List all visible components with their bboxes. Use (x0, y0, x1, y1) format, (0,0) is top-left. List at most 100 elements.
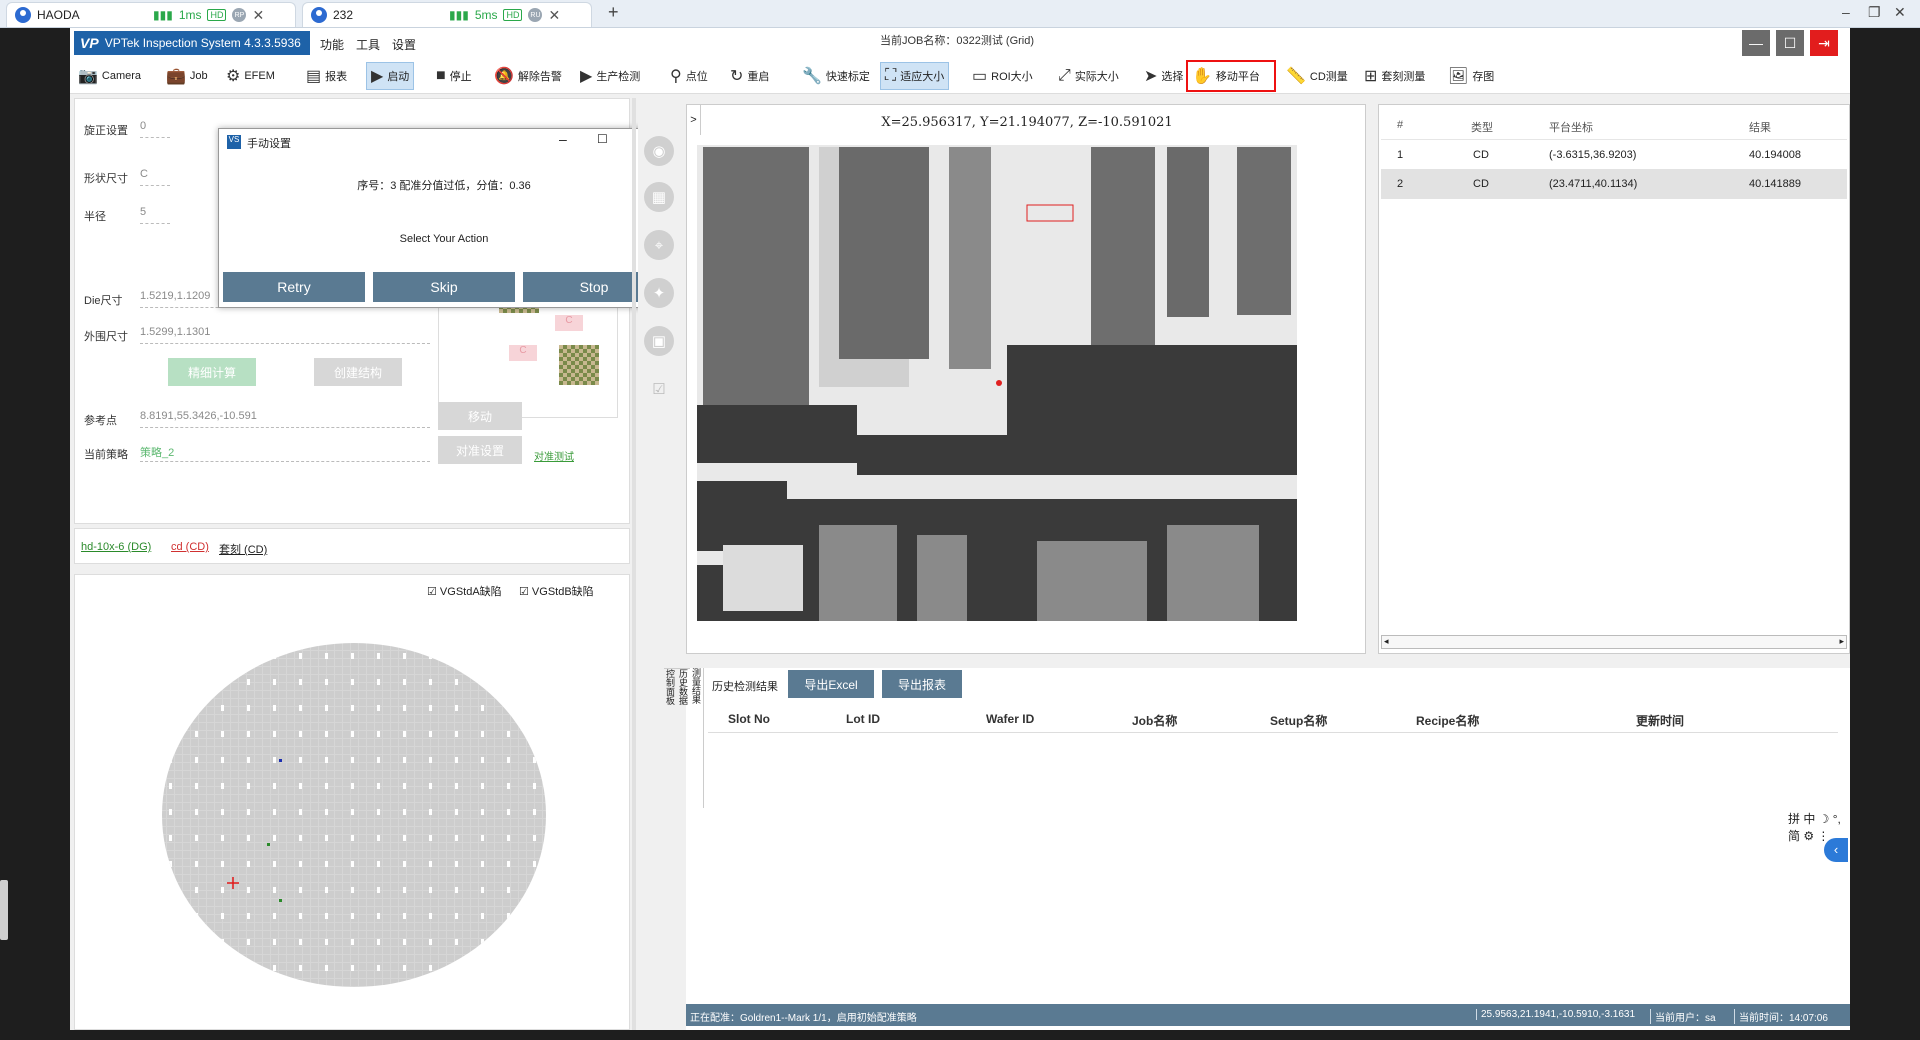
col-recipe-name: Recipe名称 (1416, 714, 1480, 728)
quick-calibrate-button[interactable]: 🔧 快速标定 (798, 62, 874, 90)
tab-control-panel[interactable]: 控制面板 (664, 668, 677, 714)
microscope-image[interactable] (697, 145, 1297, 621)
outer-size-field[interactable]: 1.5299,1.1301 (140, 326, 430, 344)
checklist-icon[interactable]: ☑ (644, 374, 674, 404)
scroll-left-icon[interactable]: ◂ (1384, 636, 1389, 647)
app-maximize-button[interactable]: ☐ (1776, 30, 1804, 56)
defect-checkbox-a[interactable]: ☑ VGStdA缺陷 (427, 583, 502, 599)
horizontal-scrollbar[interactable]: ◂ ▸ (1381, 635, 1847, 649)
restart-button[interactable]: ↻ 重启 (726, 62, 773, 90)
host-side-handle[interactable] (0, 880, 8, 940)
ref-point-label: 参考点 (84, 415, 117, 427)
remote-tab-haoda[interactable]: HAODA ▮▮▮ 1ms HD RP ✕ (6, 2, 296, 27)
add-tab-icon[interactable]: + (608, 2, 619, 23)
overlay-measure-label: 套刻测量 (1381, 71, 1426, 83)
retry-button[interactable]: Retry (223, 272, 365, 302)
export-excel-button[interactable]: 导出Excel (788, 670, 874, 698)
select-button[interactable]: ➤ 选择 (1140, 62, 1187, 90)
clear-alarm-label: 解除告警 (517, 71, 562, 83)
picture-icon[interactable]: ▣ (644, 326, 674, 356)
clear-alarm-button[interactable]: 🔕 解除告警 (490, 62, 566, 90)
save-image-button[interactable]: 🖼 存图 (1444, 62, 1498, 90)
recipe-link-dg[interactable]: hd-10x-6 (DG) (81, 541, 151, 553)
menu-settings[interactable]: 设置 (392, 36, 416, 53)
recipe-link-overlay[interactable]: 套刻 (CD) (219, 541, 267, 557)
tab-measure-results[interactable]: 测量结果 (690, 668, 703, 714)
menu-function[interactable]: 功能 (320, 36, 344, 53)
dialog-title: 手动设置 (247, 138, 291, 150)
app-exit-button[interactable]: ⇥ (1810, 30, 1838, 56)
fine-calc-button[interactable]: 精细计算 (168, 358, 256, 386)
actual-size-button[interactable]: ⤢ 实际大小 (1054, 62, 1123, 90)
radius-value[interactable]: 5 (140, 206, 170, 224)
job-label: Job (189, 70, 208, 82)
measurement-results-table: # 类型 平台坐标 结果 1 CD (-3.6315,36.9203) 40.1… (1378, 104, 1850, 654)
hand-icon: ✋ (1192, 68, 1212, 85)
shape-value[interactable]: C (140, 168, 170, 186)
table-row[interactable]: 2 CD (23.4711,40.1134) 40.141889 (1381, 169, 1847, 199)
defect-checkbox-b[interactable]: ☑ VGStdB缺陷 (519, 583, 594, 599)
dialog-maximize-icon[interactable]: ☐ (597, 132, 608, 146)
skip-button[interactable]: Skip (373, 272, 515, 302)
recipe-link-cd[interactable]: cd (CD) (171, 541, 209, 553)
user-avatar-icon (15, 7, 31, 23)
scan-icon[interactable]: ⌖ (644, 230, 674, 260)
start-button[interactable]: ▶ 启动 (366, 62, 415, 90)
align-setup-button[interactable]: 对准设置 (438, 436, 522, 464)
marker-box: C (555, 315, 583, 331)
create-structure-button[interactable]: 创建结构 (314, 358, 402, 386)
scroll-right-icon[interactable]: ▸ (1839, 636, 1844, 647)
move-button[interactable]: 移动 (438, 402, 522, 430)
overlay-measure-button[interactable]: ⊞ 套刻测量 (1360, 62, 1429, 90)
app-brand: VP VPTek Inspection System 4.3.3.5936 (74, 31, 310, 55)
efem-button[interactable]: ⚙ EFEM (222, 62, 279, 90)
cd-measure-button[interactable]: 📏 CD测量 (1282, 62, 1352, 90)
protocol-badge: RP (232, 8, 247, 22)
minimize-icon[interactable]: – (1842, 4, 1850, 20)
point-button[interactable]: ⚲ 点位 (666, 62, 712, 90)
app-minimize-button[interactable]: — (1742, 30, 1770, 56)
move-stage-button[interactable]: ✋ 移动平台 (1186, 60, 1276, 92)
close-window-icon[interactable]: ✕ (1894, 4, 1906, 21)
align-test-link[interactable]: 对准测试 (534, 448, 574, 463)
remote-tab-bar: HAODA ▮▮▮ 1ms HD RP ✕ 232 ▮▮▮ 5ms HD RU … (0, 0, 1920, 28)
rotate-value[interactable]: 0 (140, 120, 170, 138)
restore-icon[interactable]: ❐ (1868, 4, 1881, 21)
remote-tab-232[interactable]: 232 ▮▮▮ 5ms HD RU ✕ (302, 2, 592, 27)
production-inspect-button[interactable]: ▶ 生产检测 (576, 62, 644, 90)
panel-splitter[interactable] (632, 98, 636, 1030)
close-icon[interactable]: ✕ (548, 7, 560, 24)
tab-history-data[interactable]: 历史数据 (677, 668, 690, 714)
col-lot-id: Lot ID (846, 712, 880, 726)
table-row[interactable]: 1 CD (-3.6315,36.9203) 40.194008 (1381, 139, 1847, 169)
report-button[interactable]: ▤ 报表 (302, 62, 351, 90)
menu-tools[interactable]: 工具 (356, 36, 380, 53)
tab-name: HAODA (37, 8, 80, 22)
wafer-map[interactable] (159, 643, 549, 995)
history-title: 历史检测结果 (712, 681, 778, 693)
row-result: 40.141889 (1749, 178, 1801, 190)
ref-point-field[interactable]: 8.8191,55.3426,-10.591 (140, 410, 430, 428)
protocol-badge: RU (528, 8, 543, 22)
wafer-grid-icon[interactable]: ▦ (644, 182, 674, 212)
metal-line (857, 435, 1297, 475)
close-icon[interactable]: ✕ (252, 7, 264, 24)
camera-icon[interactable]: ◉ (644, 136, 674, 166)
strategy-field[interactable]: 策略_2 (140, 444, 430, 462)
select-label: 选择 (1161, 71, 1184, 83)
camera-button[interactable]: 📷 Camera (74, 62, 145, 90)
roi-size-button[interactable]: ▭ ROI大小 (968, 62, 1037, 90)
dialog-minimize-icon[interactable]: – (559, 131, 567, 147)
export-report-button[interactable]: 导出报表 (882, 670, 962, 698)
tag-icon[interactable]: ✦ (644, 278, 674, 308)
fit-size-button[interactable]: ⛶ 适应大小 (880, 62, 950, 90)
move-stage-label: 移动平台 (1215, 71, 1260, 83)
pad-feature (703, 147, 809, 407)
expand-side-icon[interactable]: ‹ (1824, 838, 1848, 862)
die-marker (279, 899, 282, 902)
job-button[interactable]: 💼 Job (162, 62, 212, 90)
col-header-position: 平台坐标 (1549, 122, 1593, 134)
stop-button[interactable]: ■ 停止 (432, 62, 476, 90)
die-marker (267, 843, 270, 846)
app-titlebar: VP VPTek Inspection System 4.3.3.5936 功能… (70, 28, 1850, 58)
